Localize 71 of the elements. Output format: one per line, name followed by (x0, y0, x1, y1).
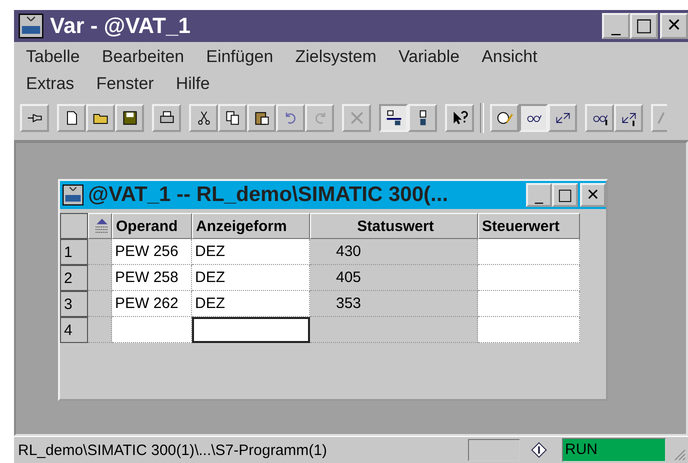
toolbar-button[interactable] (548, 104, 577, 132)
table-cell[interactable]: PEW 258 (112, 265, 192, 291)
toolbar-button[interactable] (519, 104, 548, 132)
toolbar-button[interactable] (86, 104, 115, 132)
table-cell[interactable]: PEW 262 (112, 291, 192, 317)
table-cell[interactable]: PEW 256 (112, 239, 192, 265)
table-cell[interactable]: DEZ (192, 291, 310, 317)
help-icon (450, 109, 468, 127)
menu-item[interactable]: Tabelle (26, 47, 80, 67)
table-cell[interactable] (192, 317, 310, 343)
table-cell[interactable]: DEZ (192, 239, 310, 265)
column-header[interactable]: Statuswert (310, 213, 478, 239)
copy-icon (224, 109, 242, 127)
column-header[interactable]: Anzeigeform (192, 213, 310, 239)
table-cell: 405 (310, 265, 478, 291)
minimize-button[interactable]: _ (526, 183, 552, 207)
table-cell[interactable] (478, 291, 580, 317)
symbol-cell (88, 291, 112, 317)
table-icon (62, 184, 84, 206)
diamond-icon (530, 441, 548, 459)
table-cell[interactable] (478, 265, 580, 291)
table-cell[interactable] (478, 317, 580, 343)
toolbar-button[interactable] (408, 104, 437, 132)
status-text: RL_demo\SIMATIC 300(1)\...\S7-Programm(1) (18, 442, 328, 458)
maximize-button[interactable]: □ (630, 13, 658, 39)
menu-item[interactable]: Hilfe (176, 74, 210, 94)
resize-grip-icon (672, 447, 686, 461)
row-header[interactable]: 2 (60, 265, 88, 291)
menu-item[interactable]: Variable (398, 47, 460, 67)
window-title: @VAT_1 -- RL_demo\SIMATIC 300(... (88, 183, 450, 207)
minimize-button[interactable]: _ (602, 13, 630, 39)
toolbar-button[interactable] (490, 104, 519, 132)
table-cell: 353 (310, 291, 478, 317)
menu-item[interactable]: Ansicht (482, 47, 538, 67)
table-cell[interactable]: DEZ (192, 265, 310, 291)
toolbar-button[interactable] (247, 104, 276, 132)
menu-item[interactable]: Extras (26, 74, 74, 94)
close-button[interactable]: ✕ (580, 183, 606, 207)
toolbar-button[interactable] (115, 104, 144, 132)
toolbar-button[interactable] (189, 104, 218, 132)
row-header[interactable]: 1 (60, 239, 88, 265)
window-title: Var - @VAT_1 (50, 13, 192, 39)
column-header[interactable]: Steuerwert (478, 213, 580, 239)
maximize-button[interactable]: □ (552, 183, 578, 207)
menu-item[interactable]: Fenster (96, 74, 154, 94)
toolbar-button[interactable] (379, 104, 408, 132)
mode-indicator: RUN (562, 438, 666, 462)
menu-item[interactable]: Einfügen (206, 47, 274, 67)
menu-item[interactable]: Zielsystem (295, 47, 376, 67)
symbol-cell (88, 317, 112, 343)
toolbar-button[interactable] (585, 104, 614, 132)
toolbar-button[interactable] (614, 104, 643, 132)
table-cell[interactable] (112, 317, 192, 343)
row-header[interactable]: 3 (60, 291, 88, 317)
row-header[interactable]: 4 (60, 317, 88, 343)
app-icon (18, 13, 44, 39)
column-header[interactable]: Operand (112, 213, 192, 239)
toolbar-button[interactable] (152, 104, 181, 132)
toolbar-button[interactable] (445, 104, 474, 132)
table-cell: 430 (310, 239, 478, 265)
clipboard-icon (252, 109, 270, 127)
toolbar-button[interactable] (20, 104, 49, 132)
toolbar-button[interactable] (218, 104, 247, 132)
symbol-cell (88, 265, 112, 291)
table-cell[interactable] (478, 239, 580, 265)
close-button[interactable]: ✕ (660, 13, 688, 39)
menu-item[interactable]: Bearbeiten (102, 47, 184, 67)
symbol-icon (92, 217, 110, 235)
clock-pencil-icon (496, 109, 514, 127)
network-icon (384, 109, 402, 127)
toolbar-button[interactable] (57, 104, 86, 132)
